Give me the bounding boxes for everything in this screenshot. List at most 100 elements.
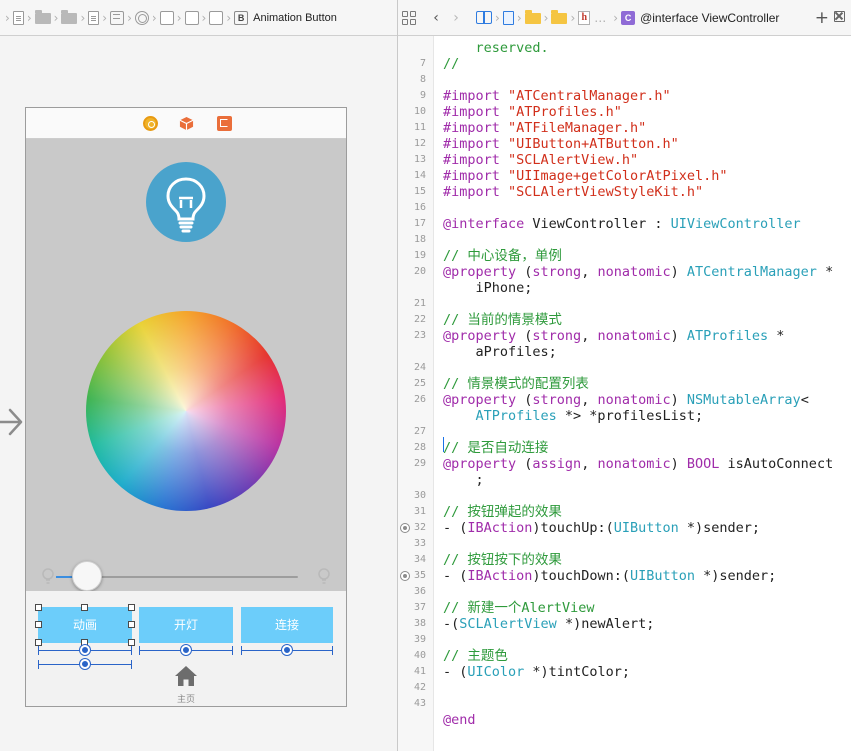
animation-button[interactable]: 动画 [38,607,132,643]
related-items-icon[interactable] [402,10,416,25]
code-line[interactable]: 12 #import "UIButton+ATButton.h" [398,136,851,152]
assistant-mode-icon[interactable] [476,11,492,24]
constraint-dot[interactable] [80,659,90,669]
home-icon[interactable] [174,665,198,687]
constraint-dot[interactable] [282,645,292,655]
view-controller-scene[interactable]: 动画 开灯 连接 主页 [25,107,347,707]
code-line[interactable]: 14 #import "UIImage+getColorAtPixel.h" [398,168,851,184]
code-line[interactable]: 26 @property (strong, nonatomic) NSMutabl… [398,392,851,408]
jump-bar-item-controller[interactable] [134,0,149,35]
light-bulb-button[interactable] [146,162,226,242]
resize-handle[interactable] [128,639,135,646]
add-editor-button[interactable]: + [815,8,829,28]
code-line[interactable]: 16 [398,200,851,216]
code-line[interactable]: 34 // 按钮按下的效果 [398,552,851,568]
code-line[interactable]: 29 @property (assign, nonatomic) BOOL isA… [398,456,851,472]
outlet-connection-icon[interactable] [400,571,410,581]
resize-handle[interactable] [128,621,135,628]
scene-dock [26,108,346,139]
project-file-icon[interactable] [502,10,514,25]
brightness-slider-thumb[interactable] [72,561,102,591]
code-line[interactable]: 32- (IBAction)touchUp:(UIButton *)sender… [398,520,851,536]
code-token: nonatomic [597,328,671,344]
folder-icon[interactable] [524,10,541,24]
jump-bar-item-file[interactable] [12,0,24,35]
constraint-dot[interactable] [80,645,90,655]
assistant-editor[interactable]: reserved. 7 // 8 9 #import "ATCentralManager.… [398,0,851,751]
code-line[interactable]: 7 // [398,56,851,72]
code-line[interactable]: 24 [398,360,851,376]
code-line[interactable]: aProfiles; [398,344,851,360]
path-ellipsis[interactable]: … [594,11,606,25]
close-editor-icon[interactable] [834,11,845,22]
code-line[interactable]: 35- (IBAction)touchDown:(UIButton *)send… [398,568,851,584]
color-wheel[interactable] [86,311,286,511]
code-line[interactable]: 20 @property (strong, nonatomic) ATCentra… [398,264,851,280]
constraint-tick [131,646,132,655]
code-line[interactable]: 42 [398,680,851,696]
class-icon[interactable]: C [621,10,636,25]
code-line[interactable]: 41 - (UIColor *)tintColor; [398,664,851,680]
code-line[interactable]: 39 [398,632,851,648]
light-button[interactable]: 开灯 [139,607,233,643]
jump-bar-item-scene[interactable] [110,0,125,35]
storyboard-canvas[interactable]: › › › › › › › › › › B Animation Button 动… [0,0,397,751]
code-text: // 主题色 [443,648,508,664]
code-line[interactable]: 18 [398,232,851,248]
code-line[interactable]: 15 #import "SCLAlertViewStyleKit.h" [398,184,851,200]
connect-button[interactable]: 连接 [241,607,333,643]
jump-bar-item-animation-button[interactable]: B Animation Button [234,0,337,35]
code-line[interactable]: 8 [398,72,851,88]
code-line[interactable]: 38 -(SCLAlertView *)newAlert; [398,616,851,632]
scene-root-view[interactable]: 动画 开灯 连接 主页 [26,139,346,706]
code-line[interactable]: reserved. [398,40,851,56]
code-line[interactable]: iPhone; [398,280,851,296]
folder-icon[interactable] [551,10,568,24]
jump-bar-item-view[interactable] [184,0,199,35]
resize-handle[interactable] [35,604,42,611]
code-line[interactable]: 43 [398,696,851,712]
outlet-connection-icon[interactable] [400,523,410,533]
code-line[interactable]: ; [398,472,851,488]
first-responder-icon[interactable] [143,116,158,131]
resize-handle[interactable] [81,604,88,611]
jump-bar-item-folder[interactable] [61,0,78,35]
code-line[interactable]: 13 #import "SCLAlertView.h" [398,152,851,168]
jump-bar-item-folder[interactable] [34,0,51,35]
code-line[interactable]: 40 // 主题色 [398,648,851,664]
code-line[interactable]: 36 [398,584,851,600]
code-line[interactable]: 9 #import "ATCentralManager.h" [398,88,851,104]
brightness-slider-track[interactable] [88,576,298,578]
exit-icon[interactable] [217,116,232,131]
code-line[interactable]: 11 #import "ATFileManager.h" [398,120,851,136]
code-line[interactable]: 21 [398,296,851,312]
code-line[interactable]: ATProfiles *> *profilesList; [398,408,851,424]
code-line[interactable]: 30 [398,488,851,504]
jump-bar-item-view[interactable] [209,0,224,35]
resize-handle[interactable] [128,604,135,611]
code-line[interactable]: 22 // 当前的情景模式 [398,312,851,328]
cube-icon[interactable] [179,116,194,131]
code-line[interactable]: 37 // 新建一个AlertView [398,600,851,616]
back-arrow-icon[interactable]: ‹ [426,10,446,26]
constraint-dot[interactable] [181,645,191,655]
code-token: // 按钮弹起的效果 [443,504,562,520]
jump-bar-item-storyboard[interactable] [88,0,100,35]
code-line[interactable]: 25 // 情景模式的配置列表 [398,376,851,392]
code-line[interactable]: 28 // 是否自动连接 [398,440,851,456]
code-line[interactable]: 19 // 中心设备，单例 [398,248,851,264]
forward-arrow-icon[interactable]: › [446,10,466,26]
resize-handle[interactable] [35,621,42,628]
code-line[interactable]: 31 // 按钮弹起的效果 [398,504,851,520]
line-number: 39 [413,634,426,645]
code-line[interactable]: 27 [398,424,851,440]
code-line[interactable]: 17 @interface ViewController : UIViewCont… [398,216,851,232]
jump-bar-item-view[interactable] [159,0,174,35]
code-line[interactable]: 23 @property (strong, nonatomic) ATProfil… [398,328,851,344]
code-line[interactable]: 10 #import "ATProfiles.h" [398,104,851,120]
resize-handle[interactable] [35,639,42,646]
code-line[interactable]: 33 [398,536,851,552]
header-file-icon[interactable]: h [578,10,591,25]
jump-bar-current-symbol[interactable]: @interface ViewController [640,11,779,25]
code-line[interactable]: @end [398,712,851,728]
